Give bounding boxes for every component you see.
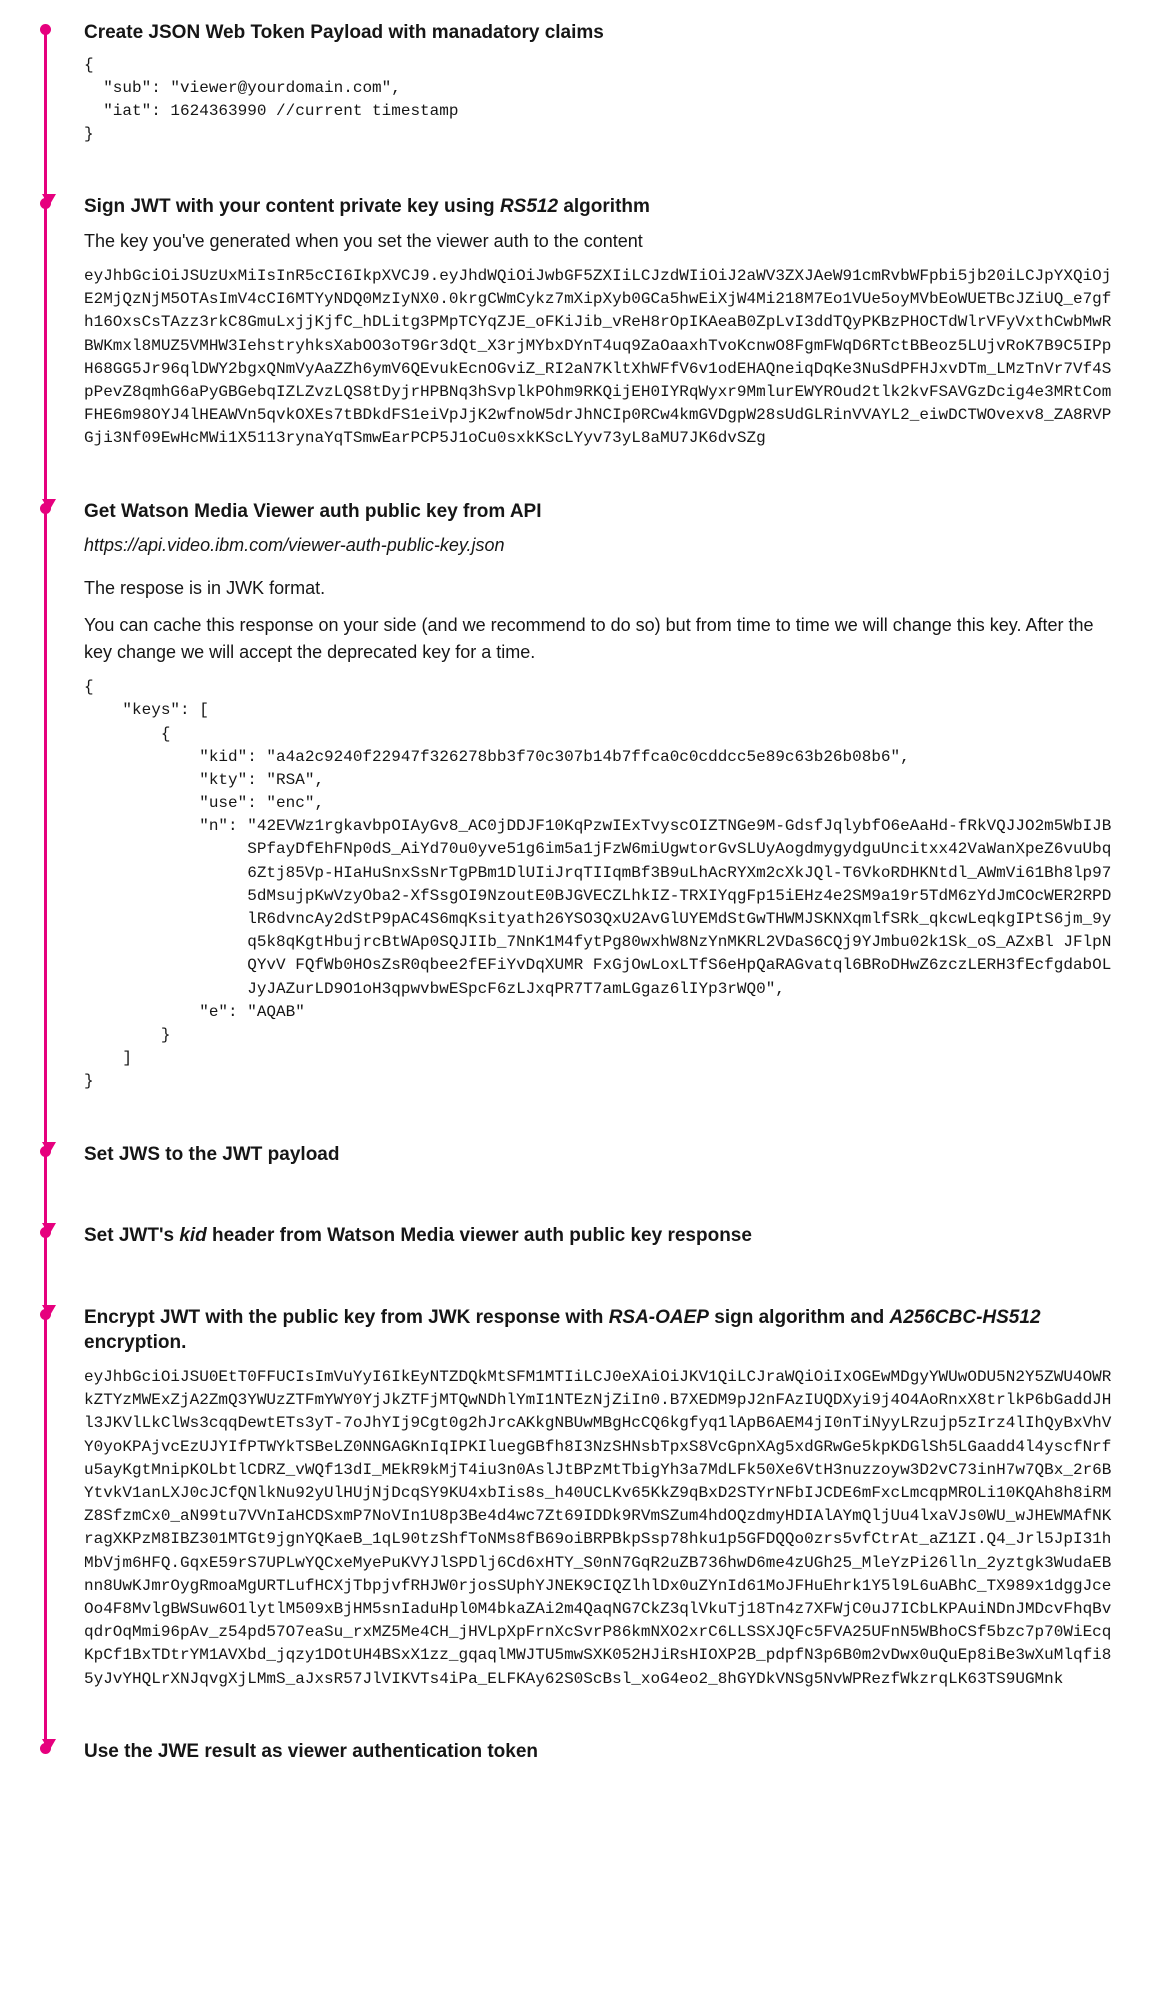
timeline-dot-icon — [40, 1227, 51, 1238]
code-block-encrypted-jwt: eyJhbGciOiJSU0EtT0FFUCIsImVuYyI6IkEyNTZD… — [84, 1366, 1112, 1691]
step-encrypt-jwt: Encrypt JWT with the public key from JWK… — [40, 1305, 1112, 1739]
code-block-jwt-payload: { "sub": "viewer@yourdomain.com", "iat":… — [84, 54, 1112, 147]
step-description: The key you've generated when you set th… — [84, 228, 1112, 255]
title-sign-algorithm: RSA-OAEP — [609, 1307, 709, 1328]
timeline: Create JSON Web Token Payload with manad… — [40, 20, 1112, 1782]
title-part: Sign JWT with your content private key u… — [84, 196, 500, 217]
step-get-public-key: Get Watson Media Viewer auth public key … — [40, 499, 1112, 1142]
title-part: Encrypt JWT with the public key from JWK… — [84, 1307, 609, 1328]
jwk-open: { "keys": [ { "kid": "a4a2c9240f22947f32… — [84, 678, 910, 812]
step-use-jwe-result: Use the JWE result as viewer authenticat… — [40, 1739, 1112, 1783]
step-title: Get Watson Media Viewer auth public key … — [84, 499, 1112, 525]
step-title: Use the JWE result as viewer authenticat… — [84, 1739, 1112, 1765]
step-title: Create JSON Web Token Payload with manad… — [84, 20, 1112, 46]
title-part: sign algorithm and — [709, 1307, 890, 1328]
timeline-line — [44, 208, 47, 504]
step-title: Set JWT's kid header from Watson Media v… — [84, 1223, 1112, 1249]
title-encryption: A256CBC-HS512 — [890, 1307, 1041, 1328]
title-part: header from Watson Media viewer auth pub… — [207, 1225, 752, 1246]
timeline-line — [44, 1156, 47, 1230]
title-part: Set JWT's — [84, 1225, 179, 1246]
timeline-dot-icon — [40, 503, 51, 514]
jwk-n-line: "n": "42EVWz1rgkavbpOIAyGv8_AC0jDDJF10Kq… — [84, 815, 1112, 1001]
timeline-dot-icon — [40, 1743, 51, 1754]
timeline-dot-icon — [40, 198, 51, 209]
timeline-line — [44, 1237, 47, 1311]
title-part: algorithm — [558, 196, 650, 217]
timeline-line — [44, 1319, 47, 1745]
jwk-n-label: "n": — [199, 817, 247, 835]
title-part: encryption. — [84, 1332, 186, 1353]
step-set-jws: Set JWS to the JWT payload — [40, 1142, 1112, 1224]
step-description: You can cache this response on your side… — [84, 612, 1112, 666]
code-block-jwk-response: { "keys": [ { "kid": "a4a2c9240f22947f32… — [84, 676, 1112, 1093]
timeline-dot-icon — [40, 1309, 51, 1320]
step-create-jwt-payload: Create JSON Web Token Payload with manad… — [40, 20, 1112, 194]
timeline-line — [44, 34, 47, 200]
step-title: Set JWS to the JWT payload — [84, 1142, 1112, 1168]
step-sign-jwt: Sign JWT with your content private key u… — [40, 194, 1112, 498]
step-description: The respose is in JWK format. — [84, 575, 1112, 602]
timeline-dot-icon — [40, 24, 51, 35]
title-algorithm: RS512 — [500, 196, 558, 217]
jwk-close: "e": "AQAB" } ] } — [84, 1003, 305, 1091]
step-title: Encrypt JWT with the public key from JWK… — [84, 1305, 1112, 1356]
step-title: Sign JWT with your content private key u… — [84, 194, 1112, 220]
code-block-signed-jwt: eyJhbGciOiJSUzUxMiIsInR5cCI6IkpXVCJ9.eyJ… — [84, 265, 1112, 451]
api-url: https://api.video.ibm.com/viewer-auth-pu… — [84, 532, 1112, 559]
step-set-kid-header: Set JWT's kid header from Watson Media v… — [40, 1223, 1112, 1305]
timeline-dot-icon — [40, 1146, 51, 1157]
jwk-n-value: "42EVWz1rgkavbpOIAyGv8_AC0jDDJF10KqPzwIE… — [247, 817, 1111, 997]
timeline-line — [44, 513, 47, 1148]
title-kid: kid — [179, 1225, 206, 1246]
